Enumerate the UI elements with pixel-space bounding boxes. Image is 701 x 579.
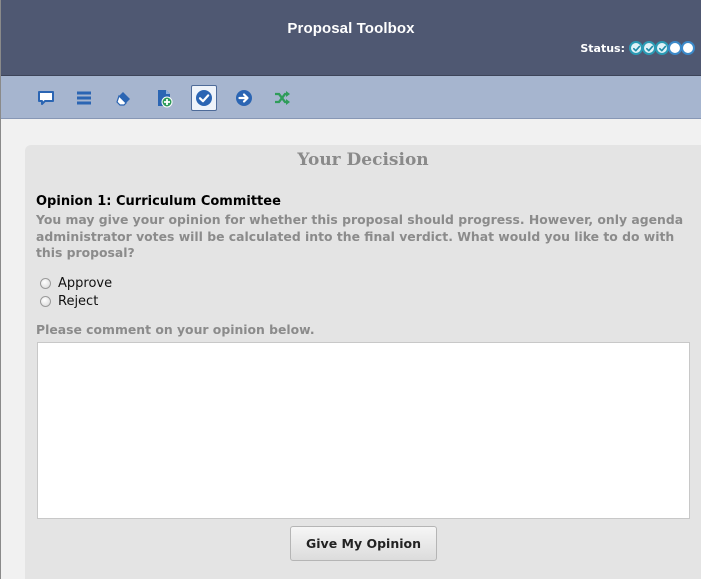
status-step-complete-icon	[629, 41, 643, 55]
approve-option[interactable]: Approve	[40, 276, 112, 291]
comment-textarea[interactable]	[37, 342, 690, 519]
list-icon	[77, 91, 91, 105]
proposal-toolbox-window: Proposal Toolbox Status: Your Decision O…	[0, 0, 701, 579]
status-step-complete-icon	[655, 41, 669, 55]
reject-option[interactable]: Reject	[40, 294, 98, 309]
status-step-pending-icon	[668, 41, 682, 55]
reject-radio[interactable]	[40, 296, 51, 307]
decision-title: Your Decision	[297, 150, 429, 170]
give-opinion-button[interactable]: Give My Opinion	[290, 526, 437, 561]
add-document-icon	[158, 90, 173, 108]
approve-radio[interactable]	[40, 278, 51, 289]
comment-icon	[38, 91, 54, 105]
status-indicator: Status:	[580, 41, 695, 55]
page-title: Proposal Toolbox	[287, 20, 415, 37]
add-document-button[interactable]	[151, 85, 177, 111]
comment-label: Please comment on your opinion below.	[36, 322, 315, 337]
forward-button[interactable]	[231, 85, 257, 111]
checkmark-icon	[196, 90, 212, 106]
decision-button[interactable]	[191, 85, 217, 111]
reject-label: Reject	[58, 294, 99, 309]
arrow-right-circle-icon	[236, 90, 252, 106]
shuffle-button[interactable]	[269, 85, 295, 111]
status-step-complete-icon	[642, 41, 656, 55]
decision-panel: Your Decision Opinion 1: Curriculum Comm…	[25, 145, 701, 579]
decision-instructions: You may give your opinion for whether th…	[36, 212, 684, 260]
opinion-heading: Opinion 1: Curriculum Committee	[36, 194, 281, 209]
comment-button[interactable]	[33, 85, 59, 111]
approve-label: Approve	[58, 276, 113, 291]
eraser-button[interactable]	[111, 85, 137, 111]
eraser-icon	[116, 92, 130, 106]
status-label: Status:	[580, 41, 625, 55]
list-button[interactable]	[71, 85, 97, 111]
status-step-pending-icon	[681, 41, 695, 55]
shuffle-icon	[275, 91, 290, 105]
toolbar	[1, 76, 701, 119]
status-steps	[629, 41, 695, 55]
toolbox-header: Proposal Toolbox Status:	[1, 0, 701, 76]
